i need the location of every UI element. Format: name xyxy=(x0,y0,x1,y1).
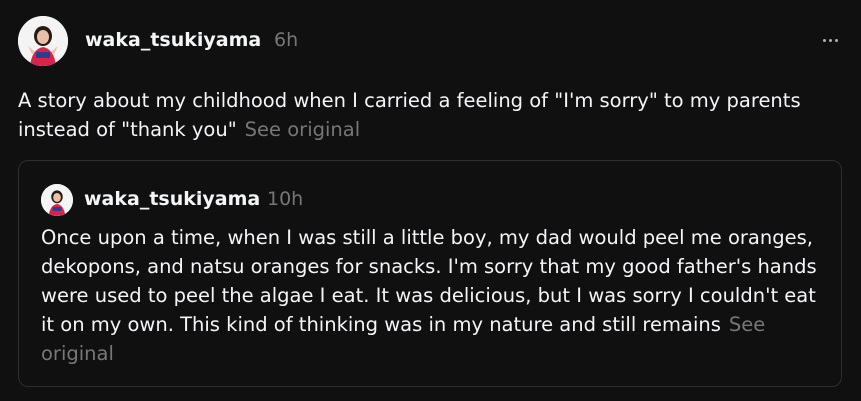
quoted-avatar[interactable] xyxy=(41,184,73,216)
avatar-image xyxy=(18,16,68,66)
post-timestamp: 6h xyxy=(274,29,299,51)
more-options-button[interactable] xyxy=(815,26,845,54)
see-original-link[interactable]: See original xyxy=(245,118,360,141)
quoted-timestamp: 10h xyxy=(267,188,304,210)
quoted-post-text: Once upon a time, when I was still a lit… xyxy=(41,226,817,336)
more-horizontal-icon-dot xyxy=(828,38,832,42)
more-horizontal-icon xyxy=(822,38,826,42)
quoted-post-card[interactable]: waka_tsukiyama 10h Once upon a time, whe… xyxy=(18,160,842,387)
avatar[interactable] xyxy=(18,16,68,66)
username[interactable]: waka_tsukiyama xyxy=(85,28,261,52)
post-text: A story about my childhood when I carrie… xyxy=(18,89,801,141)
quoted-username[interactable]: waka_tsukiyama xyxy=(84,187,260,211)
post-body: A story about my childhood when I carrie… xyxy=(18,86,838,144)
quoted-avatar-image xyxy=(41,184,73,216)
thread-post: waka_tsukiyama 6h A story about my child… xyxy=(0,0,861,401)
more-horizontal-icon-dot xyxy=(834,38,838,42)
quoted-post-body: Once upon a time, when I was still a lit… xyxy=(41,223,831,368)
